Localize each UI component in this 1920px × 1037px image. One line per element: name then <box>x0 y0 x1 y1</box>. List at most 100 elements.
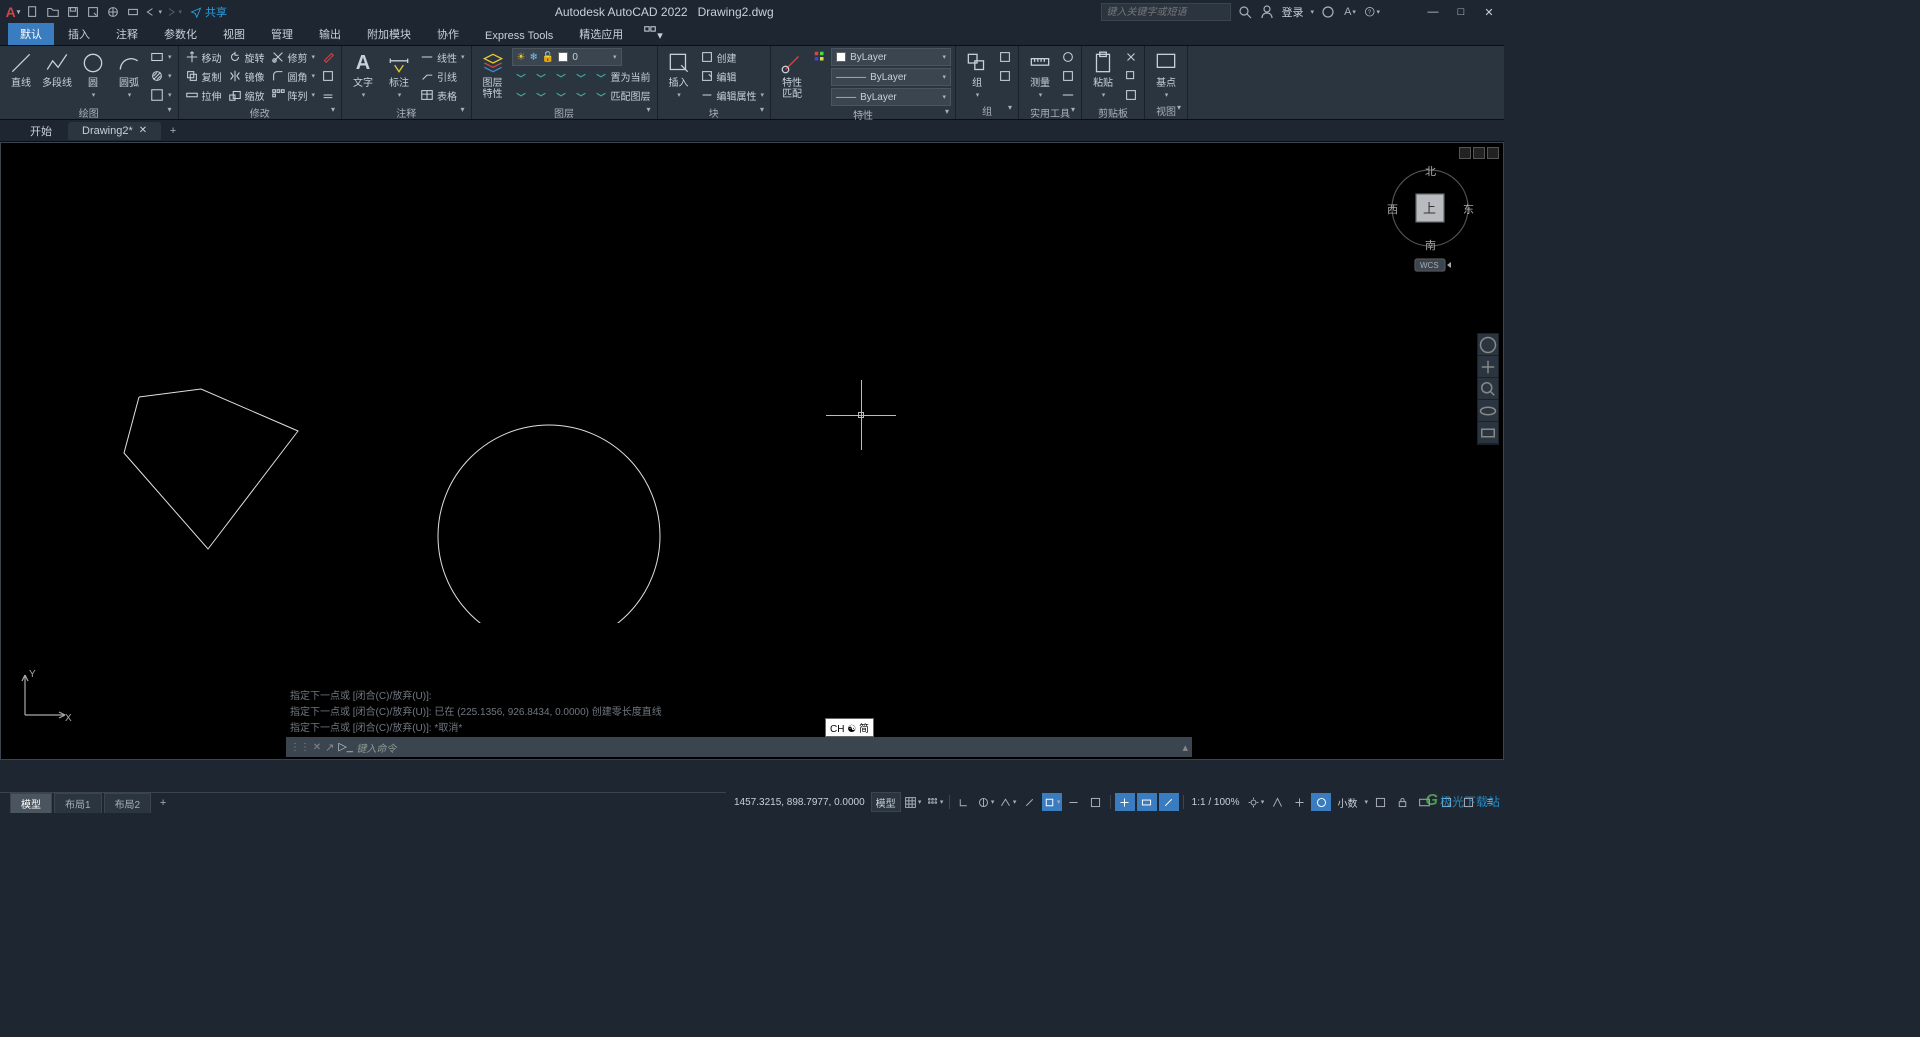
command-line[interactable]: ⋮⋮ ✕ ↗ ▷_ 键入命令 ▴ <box>286 737 1192 757</box>
app-store-icon[interactable]: A▾ <box>1342 4 1358 20</box>
fillet-button[interactable]: 圆角▾ <box>269 67 318 85</box>
qat-new-icon[interactable] <box>24 3 42 21</box>
ellipse-button[interactable]: ▾ <box>148 86 174 104</box>
nav-pan-icon[interactable] <box>1478 356 1498 378</box>
lineweight-combo[interactable]: ———ByLayer▾ <box>831 68 951 86</box>
line-button[interactable]: 直线 <box>4 48 38 104</box>
qat-open-icon[interactable] <box>44 3 62 21</box>
util-2[interactable] <box>1059 67 1077 85</box>
close-button[interactable]: ✕ <box>1478 5 1500 19</box>
status-units-icon[interactable] <box>1289 793 1309 811</box>
nav-zoom-icon[interactable] <box>1478 378 1498 400</box>
qat-save-icon[interactable] <box>64 3 82 21</box>
array-button[interactable]: 阵列▾ <box>269 86 318 104</box>
edit-attr-button[interactable]: 编辑属性▾ <box>698 86 767 104</box>
trim-button[interactable]: 修剪▾ <box>269 48 318 66</box>
filetab-drawing[interactable]: Drawing2*✕ <box>68 122 161 140</box>
table-button[interactable]: 表格 <box>418 86 467 104</box>
status-sc-icon[interactable] <box>1159 793 1179 811</box>
qat-redo-icon[interactable]: ▾ <box>164 3 182 21</box>
panel-group-title[interactable]: 组 ▾ <box>960 102 1014 119</box>
user-icon[interactable] <box>1259 4 1275 20</box>
status-ws-icon[interactable] <box>1311 793 1331 811</box>
layer-tool-2[interactable] <box>532 67 550 85</box>
dimension-button[interactable]: 标注▾ <box>382 48 416 104</box>
panel-view-title[interactable]: 视图 ▾ <box>1149 102 1183 119</box>
move-button[interactable]: 移动 <box>183 48 224 66</box>
nav-showmotion-icon[interactable] <box>1478 422 1498 444</box>
qat-plot-icon[interactable] <box>124 3 142 21</box>
offset-button[interactable] <box>319 86 337 104</box>
panel-block-title[interactable]: 块 ▾ <box>662 104 767 121</box>
exchange-icon[interactable] <box>1320 4 1336 20</box>
status-qp-icon[interactable] <box>1137 793 1157 811</box>
status-lock-icon[interactable] <box>1392 793 1412 811</box>
tab-manage[interactable]: 管理 <box>259 23 305 45</box>
base-button[interactable]: 基点▾ <box>1149 48 1183 102</box>
group-tool-1[interactable] <box>996 48 1014 66</box>
status-ortho-icon[interactable] <box>954 793 974 811</box>
copy-clip-button[interactable] <box>1122 67 1140 85</box>
linear-dim-button[interactable]: 线性▾ <box>418 48 467 66</box>
layout-model[interactable]: 模型 <box>10 793 52 813</box>
rotate-button[interactable]: 旋转 <box>226 48 267 66</box>
add-filetab-button[interactable]: + <box>163 125 183 137</box>
edit-block-button[interactable]: 编辑 <box>698 67 767 85</box>
match-props-button[interactable]: 特性 匹配 <box>775 48 809 106</box>
status-tpy-icon[interactable] <box>1086 793 1106 811</box>
status-ann-icon[interactable] <box>1267 793 1287 811</box>
maximize-button[interactable]: □ <box>1450 5 1472 19</box>
panel-annotation-title[interactable]: 注释 ▾ <box>346 104 467 121</box>
status-dyn-icon[interactable] <box>1115 793 1135 811</box>
linetype-combo[interactable]: ——ByLayer▾ <box>831 88 951 106</box>
status-modelspace-button[interactable]: 模型 <box>871 792 901 812</box>
color-combo[interactable]: ByLayer▾ <box>831 48 951 66</box>
layer-tool-7[interactable] <box>552 86 570 104</box>
cmd-recent-icon[interactable]: ↗ <box>325 741 334 754</box>
status-quickprops-icon[interactable] <box>1370 793 1390 811</box>
nav-orbit-icon[interactable] <box>1478 400 1498 422</box>
layer-match-button[interactable]: 匹配图层 <box>592 86 653 104</box>
mirror-button[interactable]: 镜像 <box>226 67 267 85</box>
status-decimal[interactable]: 小数 <box>1333 792 1361 812</box>
hatch-button[interactable]: ▾ <box>148 67 174 85</box>
canvas-min-icon[interactable] <box>1459 147 1471 159</box>
measure-button[interactable]: 测量▾ <box>1023 48 1057 104</box>
util-1[interactable] <box>1059 48 1077 66</box>
tab-extra-icon[interactable]: ▾ <box>637 22 669 45</box>
layout-1[interactable]: 布局1 <box>54 793 102 813</box>
tab-express[interactable]: Express Tools <box>473 27 565 45</box>
qat-undo-icon[interactable]: ▾ <box>144 3 162 21</box>
panel-draw-title[interactable]: 绘图 ▾ <box>4 104 174 121</box>
paste-button[interactable]: 粘贴▾ <box>1086 48 1120 104</box>
filetab-start[interactable]: 开始 <box>16 120 66 142</box>
canvas-close-icon[interactable] <box>1487 147 1499 159</box>
arc-button[interactable]: 圆弧▾ <box>112 48 146 104</box>
qat-saveas-icon[interactable] <box>84 3 102 21</box>
search-icon[interactable] <box>1237 4 1253 20</box>
tab-featured[interactable]: 精选应用 <box>567 23 635 45</box>
tab-collaborate[interactable]: 协作 <box>425 23 471 45</box>
add-layout-button[interactable]: + <box>153 797 173 809</box>
canvas-max-icon[interactable] <box>1473 147 1485 159</box>
tab-insert[interactable]: 插入 <box>56 23 102 45</box>
qat-web-icon[interactable] <box>104 3 122 21</box>
panel-utilities-title[interactable]: 实用工具 ▾ <box>1023 104 1077 121</box>
layer-tool-1[interactable] <box>512 67 530 85</box>
cmd-expand-icon[interactable]: ▴ <box>1182 741 1188 754</box>
status-osnap-icon[interactable] <box>1020 793 1040 811</box>
copy-button[interactable]: 复制 <box>183 67 224 85</box>
drawing-canvas[interactable]: Y X 北 南 西 东 上 WCS 指定下一点或 [闭合(C)/放弃(U)]: … <box>0 142 1504 760</box>
help-search-input[interactable] <box>1101 3 1231 21</box>
nav-fullnav-icon[interactable] <box>1478 334 1498 356</box>
share-button[interactable]: 共享 <box>190 4 227 20</box>
text-button[interactable]: A文字▾ <box>346 48 380 104</box>
cmd-handle-icon[interactable]: ⋮⋮ ✕ <box>290 742 321 753</box>
color-tool[interactable] <box>811 48 829 66</box>
layout-2[interactable]: 布局2 <box>104 793 152 813</box>
explode-button[interactable] <box>319 67 337 85</box>
layer-tool-5[interactable] <box>512 86 530 104</box>
group-tool-2[interactable] <box>996 67 1014 85</box>
panel-properties-title[interactable]: 特性 ▾ <box>775 106 951 123</box>
leader-button[interactable]: 引线 <box>418 67 467 85</box>
